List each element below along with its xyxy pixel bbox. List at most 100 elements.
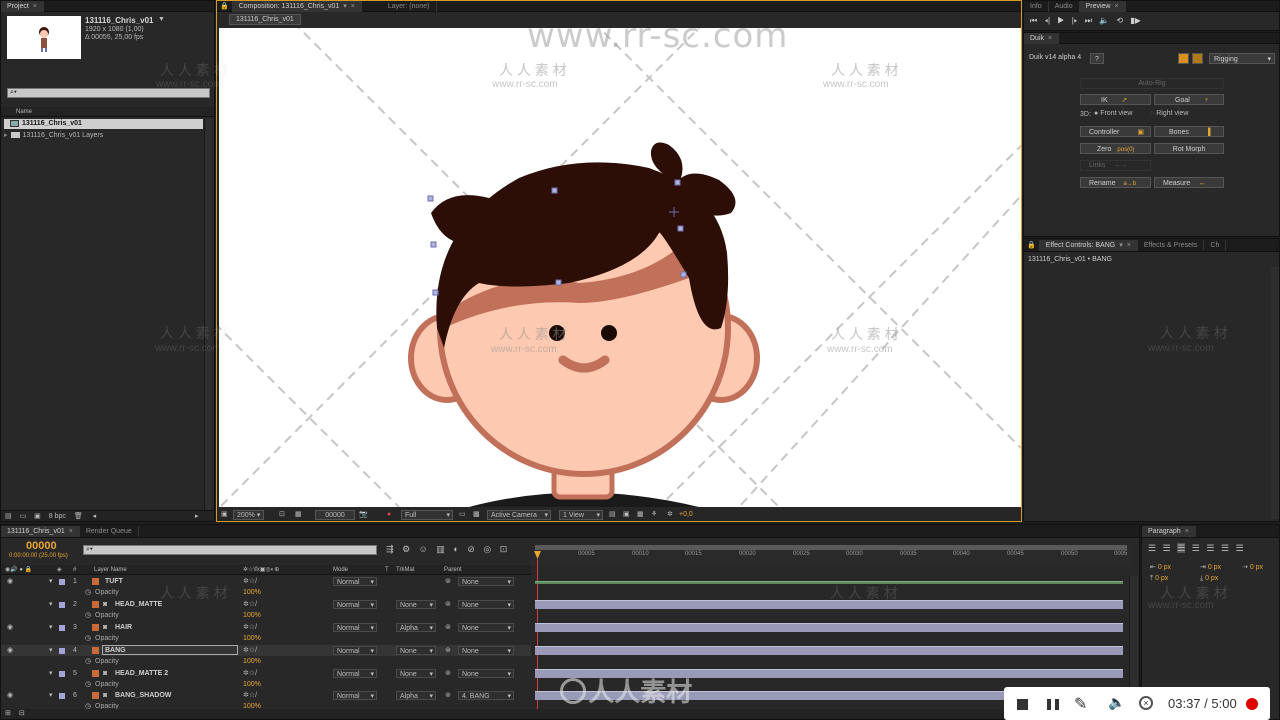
project-item-comp[interactable]: 131116_Chris_v01 [4,119,203,129]
stop-icon[interactable] [1017,699,1028,710]
opacity-row[interactable]: ◷ Opacity 100% [1,633,531,644]
frame-blending-icon[interactable]: ▥ [436,544,445,554]
layer-name[interactable]: HEAD_MATTE [115,599,162,610]
layer-name[interactable]: HAIR [115,622,132,633]
trkmat-dropdown[interactable]: None ▾ [396,600,436,609]
expand-arrow-icon[interactable]: ▸ [4,132,8,139]
stopwatch-icon[interactable]: ◷ [85,679,91,690]
layer-switches-icons[interactable]: ✲☆/ [243,576,257,587]
duik-help-button[interactable]: ? [1090,53,1104,64]
parent-dropdown[interactable]: None ▾ [458,577,514,586]
column-parent[interactable]: Parent [444,565,462,575]
layer-row[interactable]: ▾ 5 ◙ HEAD_MATTE 2 ✲☆/ Normal ▾ None ▾ ⊚ N… [1,668,531,679]
close-icon[interactable]: × [351,3,355,10]
layer-row[interactable]: ◉ ▾ 6 ◙ BANG_SHADOW ✲☆/ Normal ▾ Alpha ▾ ⊚… [1,690,531,701]
record-indicator-icon[interactable] [1246,698,1258,710]
layer-name-input[interactable]: BANG [102,645,238,655]
tab-preview[interactable]: Preview × [1079,1,1126,12]
stopwatch-icon[interactable]: ◷ [85,656,91,667]
mode-dropdown[interactable]: Normal ▾ [333,623,377,632]
mode-dropdown[interactable]: Normal ▾ [333,646,377,655]
layer-row[interactable]: ◉ ▾ 1 TUFT ✲☆/ Normal ▾ ⊚ None ▾ [1,576,531,587]
layer-name[interactable]: BANG_SHADOW [115,690,171,701]
opacity-row[interactable]: ◷ Opacity 100% [1,610,531,621]
views-dropdown[interactable]: 1 View ▾ [559,510,603,520]
opacity-value[interactable]: 100% [243,633,261,644]
trkmat-dropdown[interactable]: Alpha ▾ [396,691,436,700]
justify-right-icon[interactable]: ☰ [1221,543,1229,553]
stopwatch-icon[interactable]: ◷ [85,610,91,621]
graph-editor-icon[interactable]: ⊘ [467,544,475,554]
layer-duration-bar[interactable] [535,646,1123,655]
live-update-icon[interactable]: ◎ [483,544,491,554]
opacity-row[interactable]: ◷ Opacity 100% [1,587,531,598]
comp-name-dropdown-icon[interactable]: ▼ [158,16,165,23]
stopwatch-icon[interactable]: ◷ [85,587,91,598]
parent-pickwhip-icon[interactable]: ⊚ [445,576,451,587]
stopwatch-icon[interactable]: ◷ [85,633,91,644]
mode-dropdown[interactable]: Normal ▾ [333,669,377,678]
duik-measure-button[interactable]: Measure ↔ [1154,177,1224,188]
comp-timecode[interactable]: 00000 [315,510,355,520]
expand-arrow-icon[interactable]: ▾ [49,599,53,610]
expand-arrow-icon[interactable]: ▾ [49,645,53,656]
tab-paragraph[interactable]: Paragraph × [1142,525,1196,537]
indent-first-field[interactable]: ⇢ 0 px [1242,563,1263,571]
flowchart-icon[interactable]: ⚘ [651,508,657,521]
tab-duik[interactable]: Duik × [1024,33,1060,44]
toggle-modes-icon[interactable]: ⊟ [19,710,25,717]
project-scrollbar[interactable] [204,119,212,511]
layer-duration-bar[interactable] [535,623,1123,632]
align-center-icon[interactable]: ☰ [1163,543,1171,553]
label-color-swatch[interactable] [59,579,65,585]
work-area-bar[interactable] [535,545,1127,550]
interpret-footage-icon[interactable]: ▤ [5,513,12,520]
parent-pickwhip-icon[interactable]: ⊚ [445,622,451,633]
justify-center-icon[interactable]: ☰ [1206,543,1214,553]
parent-dropdown[interactable]: None ▾ [458,669,514,678]
play-icon[interactable]: ▶ [1057,16,1064,25]
mode-dropdown[interactable]: Normal ▾ [333,691,377,700]
right-view-radio[interactable]: ○ Right view [1150,110,1188,117]
close-icon[interactable]: × [1185,528,1189,535]
tab-project[interactable]: Project × [1,1,44,12]
grid-icon[interactable]: ▦ [295,508,302,521]
effect-lock-icon[interactable]: 🔒 [1024,239,1040,251]
pause-icon[interactable] [1047,699,1059,710]
tab-render-queue[interactable]: Render Queue [80,525,139,537]
label-color-swatch[interactable] [59,671,65,677]
timeline-search-input[interactable]: ⌕▾ [83,545,377,555]
first-frame-icon[interactable]: ⏮ [1030,16,1037,25]
duik-rot-morph-button[interactable]: Rot Morph [1154,143,1224,154]
duik-mode-dropdown[interactable]: Rigging ▾ [1209,53,1275,64]
front-view-radio[interactable]: ● Front view [1094,110,1132,117]
tab-effect-controls[interactable]: Effect Controls: BANG ▾ × [1039,239,1138,251]
layer-row[interactable]: ◉ ▾ 3 ◙ HAIR ✲☆/ Normal ▾ Alpha ▾ ⊚ None ▾ [1,622,531,633]
project-item-folder[interactable]: ▸ 131116_Chris_v01 Layers [4,131,203,141]
toggle-pixel-icon[interactable]: ▤ [609,508,616,521]
expand-arrow-icon[interactable]: ▾ [49,668,53,679]
brainstorm-icon[interactable]: ⊡ [500,544,508,554]
tab-timeline[interactable]: 131116_Chris_v01 × [1,525,80,537]
column-header-name[interactable]: Name [1,107,214,117]
expand-arrow-icon[interactable]: ▾ [49,576,53,587]
justify-all-icon[interactable]: ☰ [1236,543,1244,553]
close-icon[interactable]: × [1115,3,1119,10]
audio-icon[interactable]: 🔈 [1099,16,1109,25]
visibility-eye-icon[interactable]: ◉ [7,576,13,587]
expand-arrow-icon[interactable]: ▾ [49,690,53,701]
snapshot-icon[interactable]: 📷 [359,508,368,521]
opacity-value[interactable]: 100% [243,656,261,667]
loop-icon[interactable]: ⟲ [1116,16,1123,25]
tab-info[interactable]: Info [1024,1,1049,12]
comp-canvas[interactable]: www.rr-sc.com 人 人 素 材 www.rr-sc.com 人 人 … [219,28,1021,507]
opacity-row[interactable]: ◷ Opacity 100% [1,656,531,667]
mode-dropdown[interactable]: Normal ▾ [333,577,377,586]
comp-lock-icon[interactable]: 🔒 [217,1,233,12]
parent-dropdown[interactable]: 4. BANG ▾ [458,691,514,700]
layer-name[interactable]: HEAD_MATTE 2 [115,668,168,679]
opacity-value[interactable]: 100% [243,679,261,690]
label-color-swatch[interactable] [59,625,65,631]
visibility-eye-icon[interactable]: ◉ [7,645,13,656]
draft-3d-icon[interactable]: ⚙ [402,544,410,554]
